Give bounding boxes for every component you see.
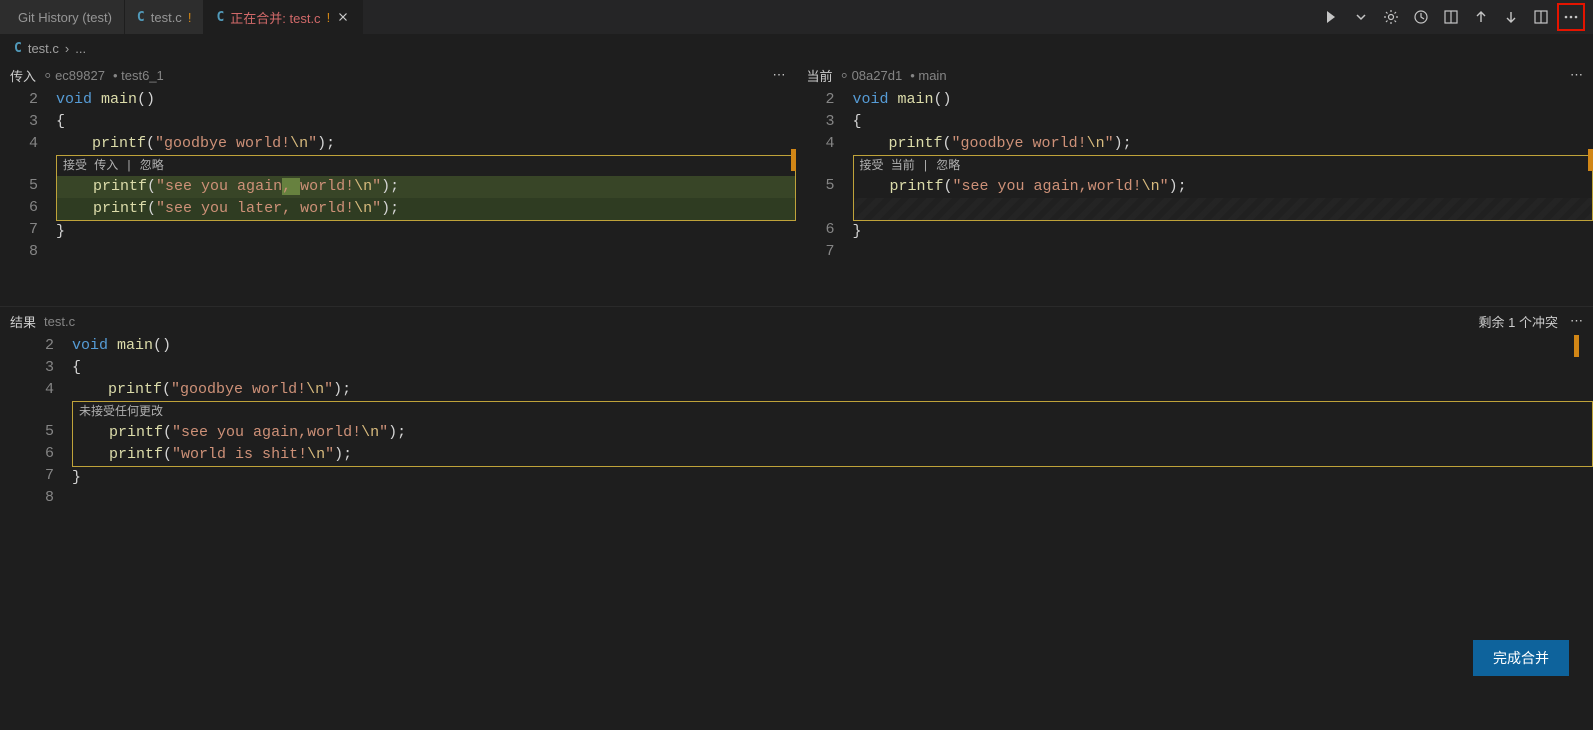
incoming-pane: 传入 ⸰ ec89827 • test6_1 ⋯ 234 5678 void m… (0, 61, 797, 306)
incoming-branch: • test6_1 (113, 68, 164, 83)
diff-icon[interactable] (1437, 3, 1465, 31)
result-code[interactable]: 234 5678 void main(){ printf("goodbye wo… (0, 335, 1593, 509)
current-pane: 当前 ⸰ 08a27d1 • main ⋯ 234 5 67 void main… (797, 61, 1593, 306)
arrow-down-icon[interactable] (1497, 3, 1525, 31)
current-header: 当前 ⸰ 08a27d1 • main ⋯ (797, 61, 1593, 89)
gear-icon[interactable] (1377, 3, 1405, 31)
more-icon[interactable] (1557, 3, 1585, 31)
current-code[interactable]: 234 5 67 void main(){ printf("goodbye wo… (797, 89, 1593, 263)
incoming-commit: ⸰ ec89827 (44, 66, 105, 84)
tab-git-history[interactable]: Git History (test) (0, 0, 125, 34)
horizontal-scrollbar[interactable] (0, 716, 1593, 726)
incoming-code[interactable]: 234 5678 void main(){ printf("goodbye wo… (0, 89, 796, 263)
current-branch: • main (910, 68, 946, 83)
history-icon[interactable] (1407, 3, 1435, 31)
tab-title: test.c (151, 10, 182, 25)
tab-merging-test-c[interactable]: C 正在合并: test.c ! (204, 0, 363, 34)
result-pane: 结果 test.c 剩余 1 个冲突 ⋯ 234 5678 void main(… (0, 306, 1593, 726)
more-icon[interactable]: ⋯ (1570, 67, 1583, 83)
run-icon[interactable] (1317, 3, 1345, 31)
incoming-label: 传入 (10, 66, 36, 85)
conflict-actions[interactable]: 未接受任何更改 (73, 402, 1592, 422)
result-label: 结果 (10, 312, 36, 331)
breadcrumb-sep: › (65, 41, 69, 56)
chevron-down-icon[interactable] (1347, 3, 1375, 31)
more-icon[interactable]: ⋯ (1570, 313, 1583, 329)
modified-indicator: ! (188, 10, 192, 25)
tab-test-c[interactable]: C test.c ! (125, 0, 205, 34)
split-icon[interactable] (1527, 3, 1555, 31)
c-icon: C (14, 41, 22, 56)
complete-merge-button[interactable]: 完成合并 (1473, 640, 1569, 676)
result-header: 结果 test.c 剩余 1 个冲突 ⋯ (0, 307, 1593, 335)
result-file: test.c (44, 314, 75, 329)
tab-title: Git History (test) (18, 10, 112, 25)
more-icon[interactable]: ⋯ (773, 67, 786, 83)
arrow-up-icon[interactable] (1467, 3, 1495, 31)
conflict-actions[interactable]: 接受 当前 | 忽略 (854, 156, 1593, 176)
incoming-header: 传入 ⸰ ec89827 • test6_1 ⋯ (0, 61, 796, 89)
breadcrumb-file: test.c (28, 41, 59, 56)
editor-toolbar (1317, 0, 1593, 34)
remaining-conflicts: 剩余 1 个冲突 (1479, 312, 1558, 331)
c-icon: C (216, 10, 224, 25)
current-commit: ⸰ 08a27d1 (841, 66, 903, 84)
tabs-bar: Git History (test) C test.c ! C 正在合并: te… (0, 0, 1593, 35)
breadcrumb-dots: ... (75, 41, 86, 56)
current-label: 当前 (807, 66, 833, 85)
breadcrumb[interactable]: C test.c › ... (0, 35, 1593, 61)
modified-indicator: ! (327, 10, 331, 25)
close-icon[interactable] (336, 10, 350, 24)
c-icon: C (137, 10, 145, 25)
conflict-actions[interactable]: 接受 传入 | 忽略 (57, 156, 795, 176)
tab-title: 正在合并: test.c (230, 8, 320, 27)
